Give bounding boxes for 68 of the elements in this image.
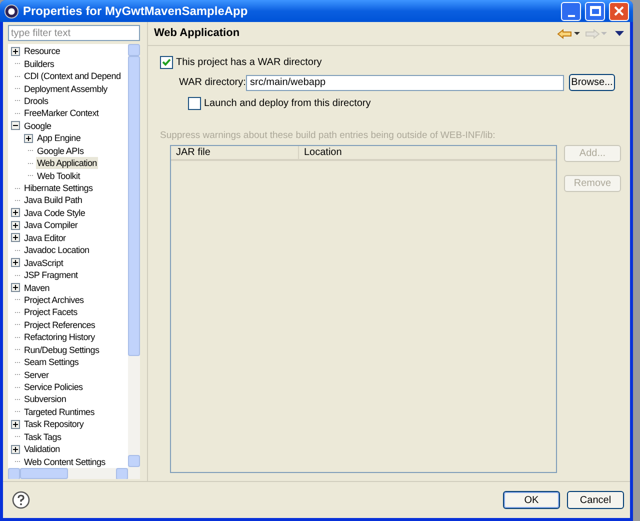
tree-item[interactable]: Deployment Assembly (23, 82, 108, 95)
tree-item[interactable]: Resource (23, 45, 62, 58)
tree-item[interactable]: Javadoc Location (23, 244, 90, 256)
tree-item[interactable]: Project Archives (23, 294, 85, 306)
tree-item[interactable]: Run/Debug Settings (23, 344, 100, 356)
tree-item[interactable]: Seam Settings (23, 356, 80, 368)
maximize-button[interactable] (585, 2, 605, 20)
column-header[interactable]: Location (299, 146, 556, 160)
tree-item[interactable]: Task Tags (23, 430, 62, 443)
browse-button[interactable]: Browse... (569, 74, 615, 91)
expand-icon[interactable] (11, 258, 20, 268)
tree-item[interactable]: Java Editor (23, 232, 67, 244)
tree-item[interactable]: JavaScript (23, 256, 64, 269)
checkbox[interactable] (188, 97, 201, 110)
tree-item[interactable]: Subversion (23, 393, 68, 406)
checkbox-label: This project has a WAR directory (176, 56, 322, 70)
checkbox[interactable] (160, 56, 173, 69)
tree-item[interactable]: Web Toolkit (36, 170, 81, 182)
vertical-scrollbar[interactable] (128, 44, 140, 479)
tree-item[interactable]: Task Repository (23, 418, 85, 430)
expand-icon[interactable] (11, 208, 20, 218)
tree-item[interactable]: Hibernate Settings (23, 182, 94, 194)
expand-icon[interactable] (11, 220, 20, 230)
tree-item[interactable]: Java Code Style (23, 206, 86, 219)
tree-item[interactable]: Builders (23, 58, 56, 70)
tree-item[interactable]: Maven (23, 282, 51, 294)
tree-item[interactable]: Service Policies (23, 381, 84, 394)
war-directory-field[interactable]: src/main/webapp (246, 74, 564, 90)
minimize-button[interactable] (561, 2, 581, 20)
filter-field[interactable]: type filter text (8, 25, 140, 41)
expand-icon[interactable] (11, 420, 20, 429)
expand-icon[interactable] (11, 283, 20, 292)
suppress-label: Suppress warnings about these build path entries being outside of WEB-INF/lib: (160, 129, 496, 143)
tree-item[interactable]: Validation (23, 443, 61, 456)
cancel-button[interactable]: Cancel (567, 491, 624, 509)
help-icon[interactable] (12, 491, 30, 509)
tree-item[interactable]: Server (23, 368, 50, 381)
dropdown-arrow-icon[interactable] (574, 32, 580, 36)
tree-item[interactable]: Java Compiler (23, 219, 79, 232)
close-icon (614, 6, 624, 16)
tree-item[interactable]: Project References (23, 318, 96, 331)
tree-item[interactable]: Targeted Runtimes (23, 406, 96, 418)
tree-item[interactable]: Google APIs (36, 144, 85, 157)
tree-item[interactable]: Web Application (36, 157, 98, 170)
tree-item[interactable]: Java Build Path (23, 194, 84, 206)
expand-icon[interactable] (11, 46, 20, 56)
page-title: Web Application (154, 26, 241, 42)
expand-icon[interactable] (24, 134, 33, 143)
tree-item[interactable]: Google (23, 120, 52, 132)
column-header[interactable]: JAR file (171, 146, 299, 160)
collapse-icon[interactable] (11, 121, 20, 130)
tree-item[interactable]: Refactoring History (23, 331, 96, 344)
horizontal-scrollbar[interactable] (8, 468, 128, 479)
view-menu-icon[interactable] (615, 30, 624, 36)
tree-item[interactable]: Project Facets (23, 306, 78, 318)
tree-item[interactable]: Drools (23, 94, 50, 107)
tree-item[interactable]: FreeMarker Context (23, 107, 100, 120)
expand-icon[interactable] (11, 444, 20, 454)
tree-item[interactable]: Web Content Settings (23, 456, 106, 468)
checkbox-label: Launch and deploy from this directory (204, 97, 371, 111)
window-title: Properties for MyGwtMavenSampleApp (23, 3, 249, 20)
tree-item[interactable]: CDI (Context and Depend (23, 70, 122, 82)
expand-icon[interactable] (11, 233, 20, 242)
close-button[interactable] (609, 2, 629, 20)
field-label: WAR directory: (179, 76, 246, 90)
ok-button[interactable]: OK (503, 491, 560, 509)
tree-item[interactable]: JSP Fragment (23, 269, 79, 282)
tree-item[interactable]: App Engine (36, 132, 82, 144)
